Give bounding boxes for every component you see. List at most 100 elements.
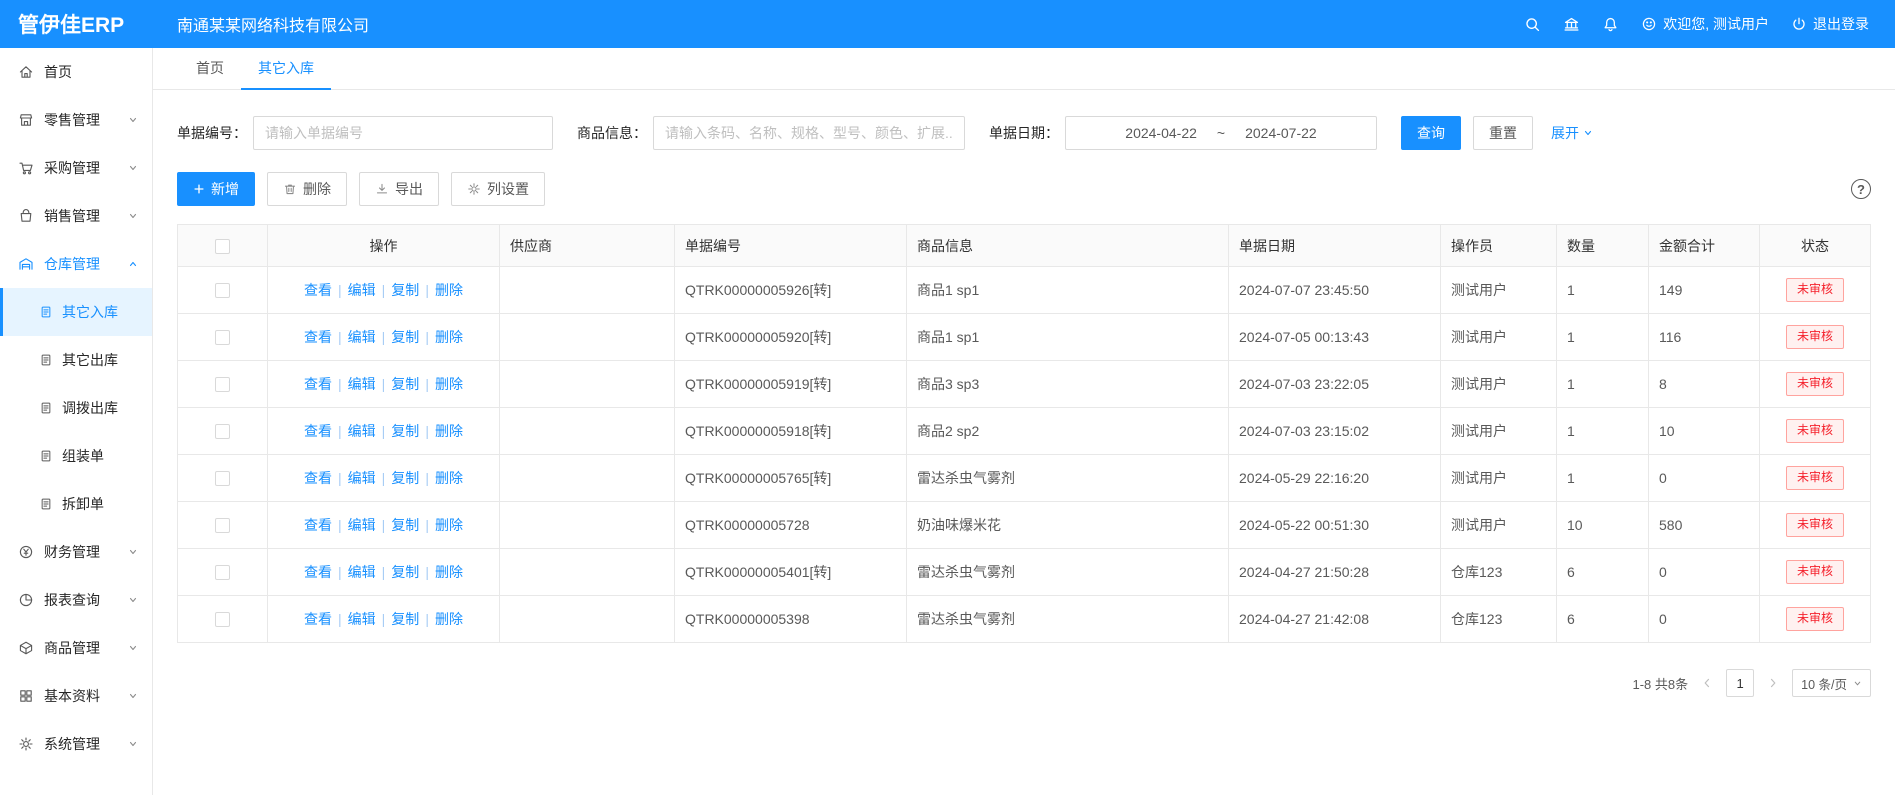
- view-link[interactable]: 查看: [304, 282, 332, 298]
- sidebar-item-basedata[interactable]: 基本资料: [0, 672, 152, 720]
- system-gear-icon: [18, 736, 34, 752]
- action-separator: |: [382, 470, 386, 486]
- delete-link[interactable]: 删除: [435, 470, 463, 486]
- view-link[interactable]: 查看: [304, 611, 332, 627]
- edit-link[interactable]: 编辑: [348, 329, 376, 345]
- copy-link[interactable]: 复制: [391, 470, 419, 486]
- view-link[interactable]: 查看: [304, 376, 332, 392]
- copy-link[interactable]: 复制: [391, 423, 419, 439]
- sidebar-subitem-disassembly[interactable]: 拆卸单: [0, 480, 152, 528]
- supplier-cell: [500, 361, 675, 408]
- edit-link[interactable]: 编辑: [348, 282, 376, 298]
- sidebar-subitem-assembly[interactable]: 组装单: [0, 432, 152, 480]
- delete-button[interactable]: 删除: [267, 172, 347, 206]
- logout-button[interactable]: 退出登录: [1791, 14, 1869, 34]
- reset-button[interactable]: 重置: [1473, 116, 1533, 150]
- product-cell: 奶油味爆米花: [907, 502, 1229, 549]
- document-icon: [39, 353, 53, 367]
- action-separator: |: [425, 329, 429, 345]
- row-checkbox[interactable]: [215, 518, 230, 533]
- action-separator: |: [425, 611, 429, 627]
- column-settings-button[interactable]: 列设置: [451, 172, 545, 206]
- welcome-user[interactable]: 欢迎您, 测试用户: [1641, 14, 1769, 34]
- page-number-button[interactable]: 1: [1726, 669, 1754, 697]
- delete-link[interactable]: 删除: [435, 423, 463, 439]
- product-info-input[interactable]: [653, 116, 965, 150]
- qty-cell: 1: [1557, 267, 1649, 314]
- delete-link[interactable]: 删除: [435, 282, 463, 298]
- copy-link[interactable]: 复制: [391, 517, 419, 533]
- add-button[interactable]: 新增: [177, 172, 255, 206]
- row-checkbox[interactable]: [215, 330, 230, 345]
- amount-cell: 0: [1649, 549, 1760, 596]
- date-end-value[interactable]: 2024-07-22: [1245, 125, 1317, 141]
- edit-link[interactable]: 编辑: [348, 376, 376, 392]
- sidebar-item-retail[interactable]: 零售管理: [0, 96, 152, 144]
- edit-link[interactable]: 编辑: [348, 611, 376, 627]
- building-icon[interactable]: [1563, 16, 1580, 33]
- page-size-select[interactable]: 10 条/页: [1792, 669, 1871, 697]
- sidebar-item-warehouse[interactable]: 仓库管理: [0, 240, 152, 288]
- sidebar-item-home[interactable]: 首页: [0, 48, 152, 96]
- row-checkbox[interactable]: [215, 424, 230, 439]
- sales-bag-icon: [18, 208, 34, 224]
- select-all-checkbox[interactable]: [215, 239, 230, 254]
- delete-link[interactable]: 删除: [435, 611, 463, 627]
- notification-bell-icon[interactable]: [1602, 16, 1619, 33]
- help-icon[interactable]: ?: [1851, 179, 1871, 199]
- sidebar-item-label: 基本资料: [44, 686, 100, 706]
- prev-page-icon[interactable]: [1701, 677, 1713, 689]
- sidebar-subitem-other-inbound[interactable]: 其它入库: [0, 288, 152, 336]
- product-cell: 雷达杀虫气雾剂: [907, 596, 1229, 643]
- export-button[interactable]: 导出: [359, 172, 439, 206]
- sidebar-item-finance[interactable]: 财务管理: [0, 528, 152, 576]
- delete-link[interactable]: 删除: [435, 517, 463, 533]
- sidebar-item-reports[interactable]: 报表查询: [0, 576, 152, 624]
- expand-link[interactable]: 展开: [1551, 123, 1593, 143]
- sidebar-subitem-transfer-outbound[interactable]: 调拨出库: [0, 384, 152, 432]
- delete-button-label: 删除: [303, 179, 331, 199]
- export-button-label: 导出: [395, 179, 423, 199]
- edit-link[interactable]: 编辑: [348, 517, 376, 533]
- delete-link[interactable]: 删除: [435, 329, 463, 345]
- view-link[interactable]: 查看: [304, 470, 332, 486]
- view-link[interactable]: 查看: [304, 423, 332, 439]
- chevron-down-icon: [128, 595, 138, 605]
- row-checkbox[interactable]: [215, 471, 230, 486]
- sidebar-item-goods[interactable]: 商品管理: [0, 624, 152, 672]
- column-header-product: 商品信息: [907, 225, 1229, 267]
- copy-link[interactable]: 复制: [391, 329, 419, 345]
- row-checkbox[interactable]: [215, 612, 230, 627]
- copy-link[interactable]: 复制: [391, 282, 419, 298]
- finance-icon: [18, 544, 34, 560]
- tab-bar: 首页 其它入库: [153, 48, 1895, 90]
- view-link[interactable]: 查看: [304, 564, 332, 580]
- row-checkbox[interactable]: [215, 377, 230, 392]
- row-checkbox[interactable]: [215, 565, 230, 580]
- tab-other-inbound[interactable]: 其它入库: [241, 48, 331, 90]
- copy-link[interactable]: 复制: [391, 564, 419, 580]
- next-page-icon[interactable]: [1767, 677, 1779, 689]
- sidebar-subitem-other-outbound[interactable]: 其它出库: [0, 336, 152, 384]
- status-badge: 未审核: [1786, 607, 1844, 631]
- delete-link[interactable]: 删除: [435, 376, 463, 392]
- sidebar-item-system[interactable]: 系统管理: [0, 720, 152, 768]
- row-checkbox[interactable]: [215, 283, 230, 298]
- tab-home[interactable]: 首页: [179, 48, 241, 90]
- copy-link[interactable]: 复制: [391, 376, 419, 392]
- search-button[interactable]: 查询: [1401, 116, 1461, 150]
- search-icon[interactable]: [1524, 16, 1541, 33]
- date-start-value[interactable]: 2024-04-22: [1125, 125, 1197, 141]
- copy-link[interactable]: 复制: [391, 611, 419, 627]
- delete-link[interactable]: 删除: [435, 564, 463, 580]
- sidebar-item-label: 销售管理: [44, 206, 100, 226]
- edit-link[interactable]: 编辑: [348, 564, 376, 580]
- edit-link[interactable]: 编辑: [348, 423, 376, 439]
- date-range-picker[interactable]: 2024-04-22 ~ 2024-07-22: [1065, 116, 1377, 150]
- view-link[interactable]: 查看: [304, 329, 332, 345]
- view-link[interactable]: 查看: [304, 517, 332, 533]
- edit-link[interactable]: 编辑: [348, 470, 376, 486]
- sidebar-item-sales[interactable]: 销售管理: [0, 192, 152, 240]
- bill-no-input[interactable]: [253, 116, 553, 150]
- sidebar-item-purchase[interactable]: 采购管理: [0, 144, 152, 192]
